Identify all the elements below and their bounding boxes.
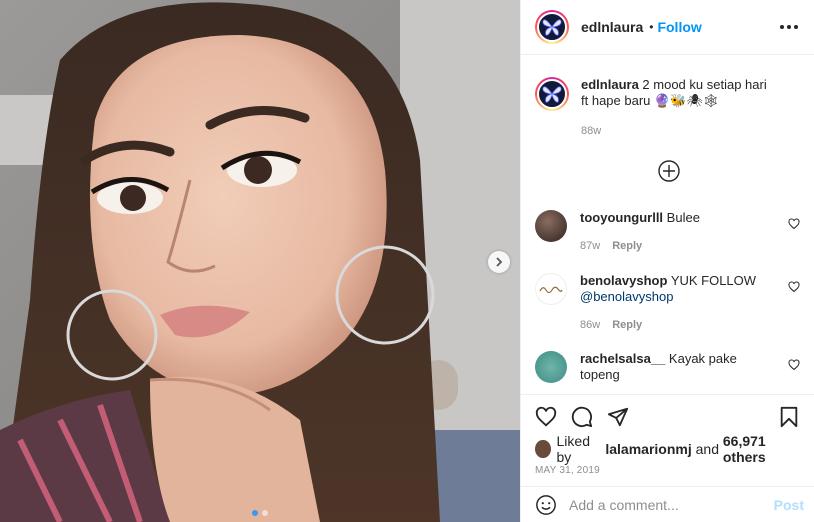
instagram-post: edlnlaura • Follow edlnlaura 2 mood ku s…	[0, 0, 814, 522]
post-side-panel: edlnlaura • Follow edlnlaura 2 mood ku s…	[520, 0, 814, 522]
likes-summary: Liked by lalamarionmj and 66,971 others	[521, 433, 814, 465]
comment-mention-link[interactable]: @benolavyshop	[580, 289, 673, 304]
likes-conjunction: and	[695, 441, 719, 457]
comment-username[interactable]: benolavyshop	[580, 273, 667, 288]
author-avatar[interactable]	[535, 10, 569, 44]
add-comment-bar: Post	[521, 486, 814, 522]
reply-button[interactable]: Reply	[612, 238, 642, 254]
add-comment-input[interactable]	[569, 496, 774, 513]
post-comment-button[interactable]: Post	[774, 497, 804, 513]
comment-username[interactable]: rachelsalsa__	[580, 351, 665, 366]
selfie-image	[0, 0, 520, 522]
follow-button[interactable]: Follow	[657, 19, 701, 35]
like-comment-heart-icon[interactable]	[788, 218, 800, 230]
share-paper-plane-icon[interactable]	[607, 406, 629, 428]
carousel-dot	[262, 510, 268, 516]
butterfly-logo-icon	[542, 19, 562, 36]
comment-text: YUK FOLLOW	[670, 273, 757, 288]
post-header: edlnlaura • Follow	[521, 0, 814, 55]
bookmark-icon[interactable]	[778, 406, 800, 428]
like-heart-icon[interactable]	[535, 406, 557, 428]
carousel-indicator	[0, 510, 520, 516]
comments-list[interactable]: edlnlaura 2 mood ku setiap hari ft hape …	[521, 55, 814, 394]
post-date[interactable]: MAY 31, 2019	[521, 460, 814, 486]
author-username[interactable]: edlnlaura	[581, 19, 643, 35]
post-actions-bar	[521, 394, 814, 438]
like-comment-heart-icon[interactable]	[788, 359, 800, 371]
comment-text: Bulee	[666, 210, 700, 225]
caption-time[interactable]: 88w	[581, 123, 601, 139]
caption-username[interactable]: edlnlaura	[581, 77, 639, 92]
comment-time[interactable]: 87w	[580, 238, 600, 254]
commenter-avatar[interactable]	[535, 210, 567, 242]
comment-bubble-icon[interactable]	[571, 406, 593, 428]
load-more-comments-icon[interactable]	[658, 160, 680, 182]
comment-username[interactable]: tooyoungurlll	[580, 210, 663, 225]
post-photo[interactable]	[0, 0, 520, 522]
comment-time[interactable]: 86w	[580, 317, 600, 333]
commenter-avatar[interactable]	[535, 351, 567, 383]
emoji-smiley-icon[interactable]	[535, 494, 557, 516]
reply-button[interactable]: Reply	[612, 317, 642, 333]
like-comment-heart-icon[interactable]	[788, 281, 800, 293]
comment-item: tooyoungurlll Bulee 87w Reply	[535, 210, 802, 254]
comment-item: rachelsalsa__ Kayak pake topeng	[535, 351, 802, 383]
caption-avatar[interactable]	[535, 77, 569, 111]
butterfly-logo-icon	[542, 86, 562, 103]
liker-avatar[interactable]	[535, 440, 551, 458]
liker-username[interactable]: lalamarionmj	[605, 441, 691, 457]
commenter-avatar[interactable]	[535, 273, 567, 305]
carousel-next-button[interactable]	[488, 251, 510, 273]
carousel-dot-active	[252, 510, 258, 516]
caption: edlnlaura 2 mood ku setiap hari ft hape …	[535, 77, 802, 139]
chevron-right-icon	[496, 257, 503, 267]
separator-dot: •	[649, 20, 654, 34]
shop-logo-icon	[539, 286, 563, 294]
more-options-icon[interactable]	[776, 21, 802, 33]
comment-item: benolavyshop YUK FOLLOW @benolavyshop 86…	[535, 273, 802, 333]
